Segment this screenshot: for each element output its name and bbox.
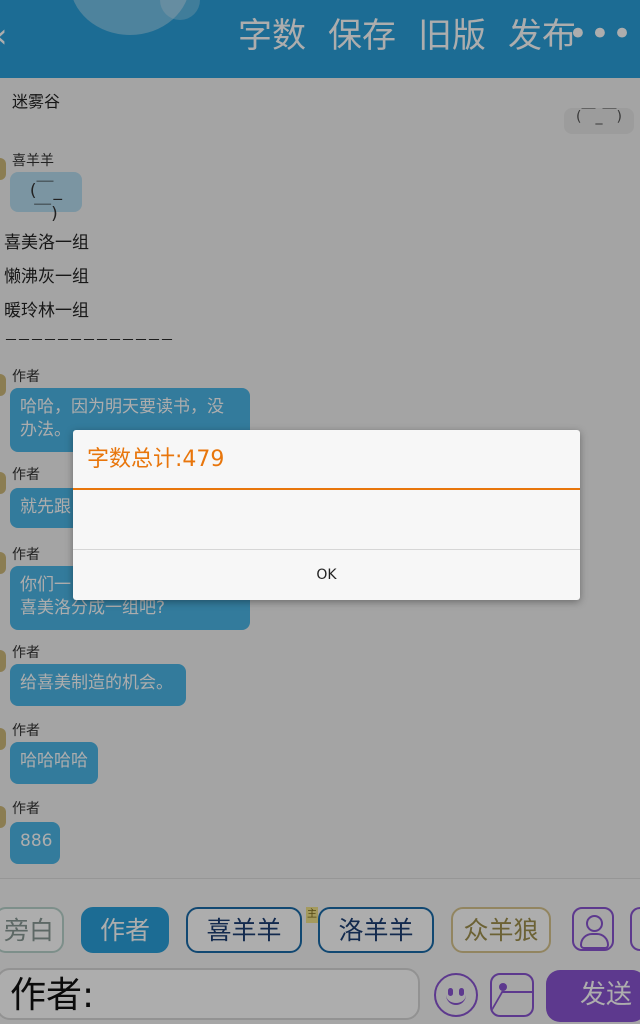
ok-button[interactable]: OK: [73, 550, 580, 600]
word-count-dialog: 字数总计:479 OK: [73, 430, 580, 600]
dialog-title: 字数总计:479: [87, 447, 225, 472]
dialog-divider: [73, 488, 580, 490]
